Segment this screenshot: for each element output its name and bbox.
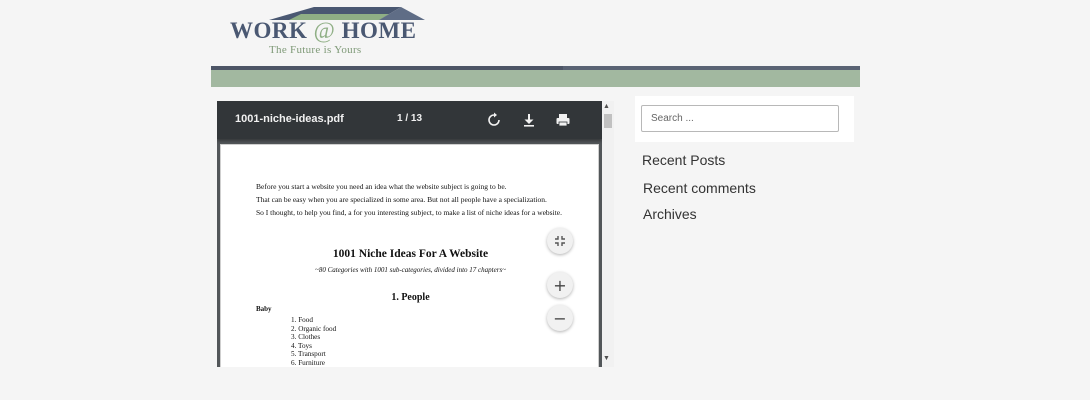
pdf-page-indicator: 1 / 13 [397, 113, 422, 124]
pdf-viewer[interactable]: 1001-niche-ideas.pdf 1 / 13 Before you s… [217, 101, 614, 367]
pdf-page: Before you start a website you need an i… [220, 144, 599, 367]
site-tagline: The Future is Yours [269, 44, 362, 56]
list-item: 5. Transport [291, 350, 326, 359]
pdf-intro-line: Before you start a website you need an i… [256, 182, 507, 191]
list-item: 3. Clothes [291, 333, 321, 342]
pdf-scrollbar[interactable]: ▲ ▼ [602, 101, 614, 367]
scroll-up-icon[interactable]: ▲ [603, 103, 610, 110]
pdf-intro-line: So I thought, to help you find, a for yo… [256, 208, 562, 217]
print-icon[interactable] [554, 111, 572, 129]
search-input[interactable] [641, 105, 839, 132]
zoom-out-button[interactable]: − [547, 305, 573, 331]
site-logo[interactable]: WORK @ HOME The Future is Yours [229, 4, 429, 56]
rotate-icon[interactable] [485, 111, 503, 129]
widget-recent-comments: Recent comments [643, 180, 756, 196]
search-widget [635, 96, 854, 142]
pdf-section-heading: 1. People [391, 292, 430, 303]
pdf-page-separator: / [405, 113, 409, 124]
zoom-in-icon: + [553, 275, 567, 295]
site-title: WORK @ HOME [230, 18, 416, 44]
widget-archives: Archives [643, 206, 697, 222]
list-item: 1. Food [291, 316, 313, 324]
zoom-out-icon: − [553, 308, 567, 328]
site-title-at: @ [313, 18, 336, 43]
download-icon[interactable] [520, 111, 538, 129]
pdf-filename: 1001-niche-ideas.pdf [235, 113, 344, 125]
fit-page-button[interactable] [547, 228, 573, 254]
pdf-intro-line: That can be easy when you are specialize… [256, 195, 547, 204]
fit-page-icon [555, 236, 565, 246]
list-item: 4. Toys [291, 341, 312, 350]
pdf-document-subtitle: ~80 Categories with 1001 sub-categories,… [315, 266, 506, 274]
list-item: 6. Furniture [291, 358, 325, 367]
pdf-page-total: 13 [410, 113, 423, 124]
site-title-left: WORK [230, 18, 314, 43]
pdf-toolbar: 1001-niche-ideas.pdf 1 / 13 [217, 101, 602, 139]
zoom-in-button[interactable]: + [547, 272, 573, 298]
pdf-item-list: 1. Food 2. Organic food 3. Clothes 4. To… [291, 316, 336, 367]
pdf-document-title: 1001 Niche Ideas For A Website [332, 248, 489, 260]
site-title-right: HOME [335, 18, 417, 43]
nav-border-segment [563, 66, 860, 70]
list-item: 2. Organic food [291, 324, 337, 333]
scroll-down-icon[interactable]: ▼ [603, 355, 610, 362]
main-navigation-bar [211, 66, 860, 87]
pdf-page-current[interactable]: 1 [397, 113, 403, 124]
widget-recent-posts: Recent Posts [642, 152, 726, 168]
scrollbar-thumb[interactable] [604, 114, 612, 128]
pdf-subsection-heading: Baby [256, 305, 272, 313]
